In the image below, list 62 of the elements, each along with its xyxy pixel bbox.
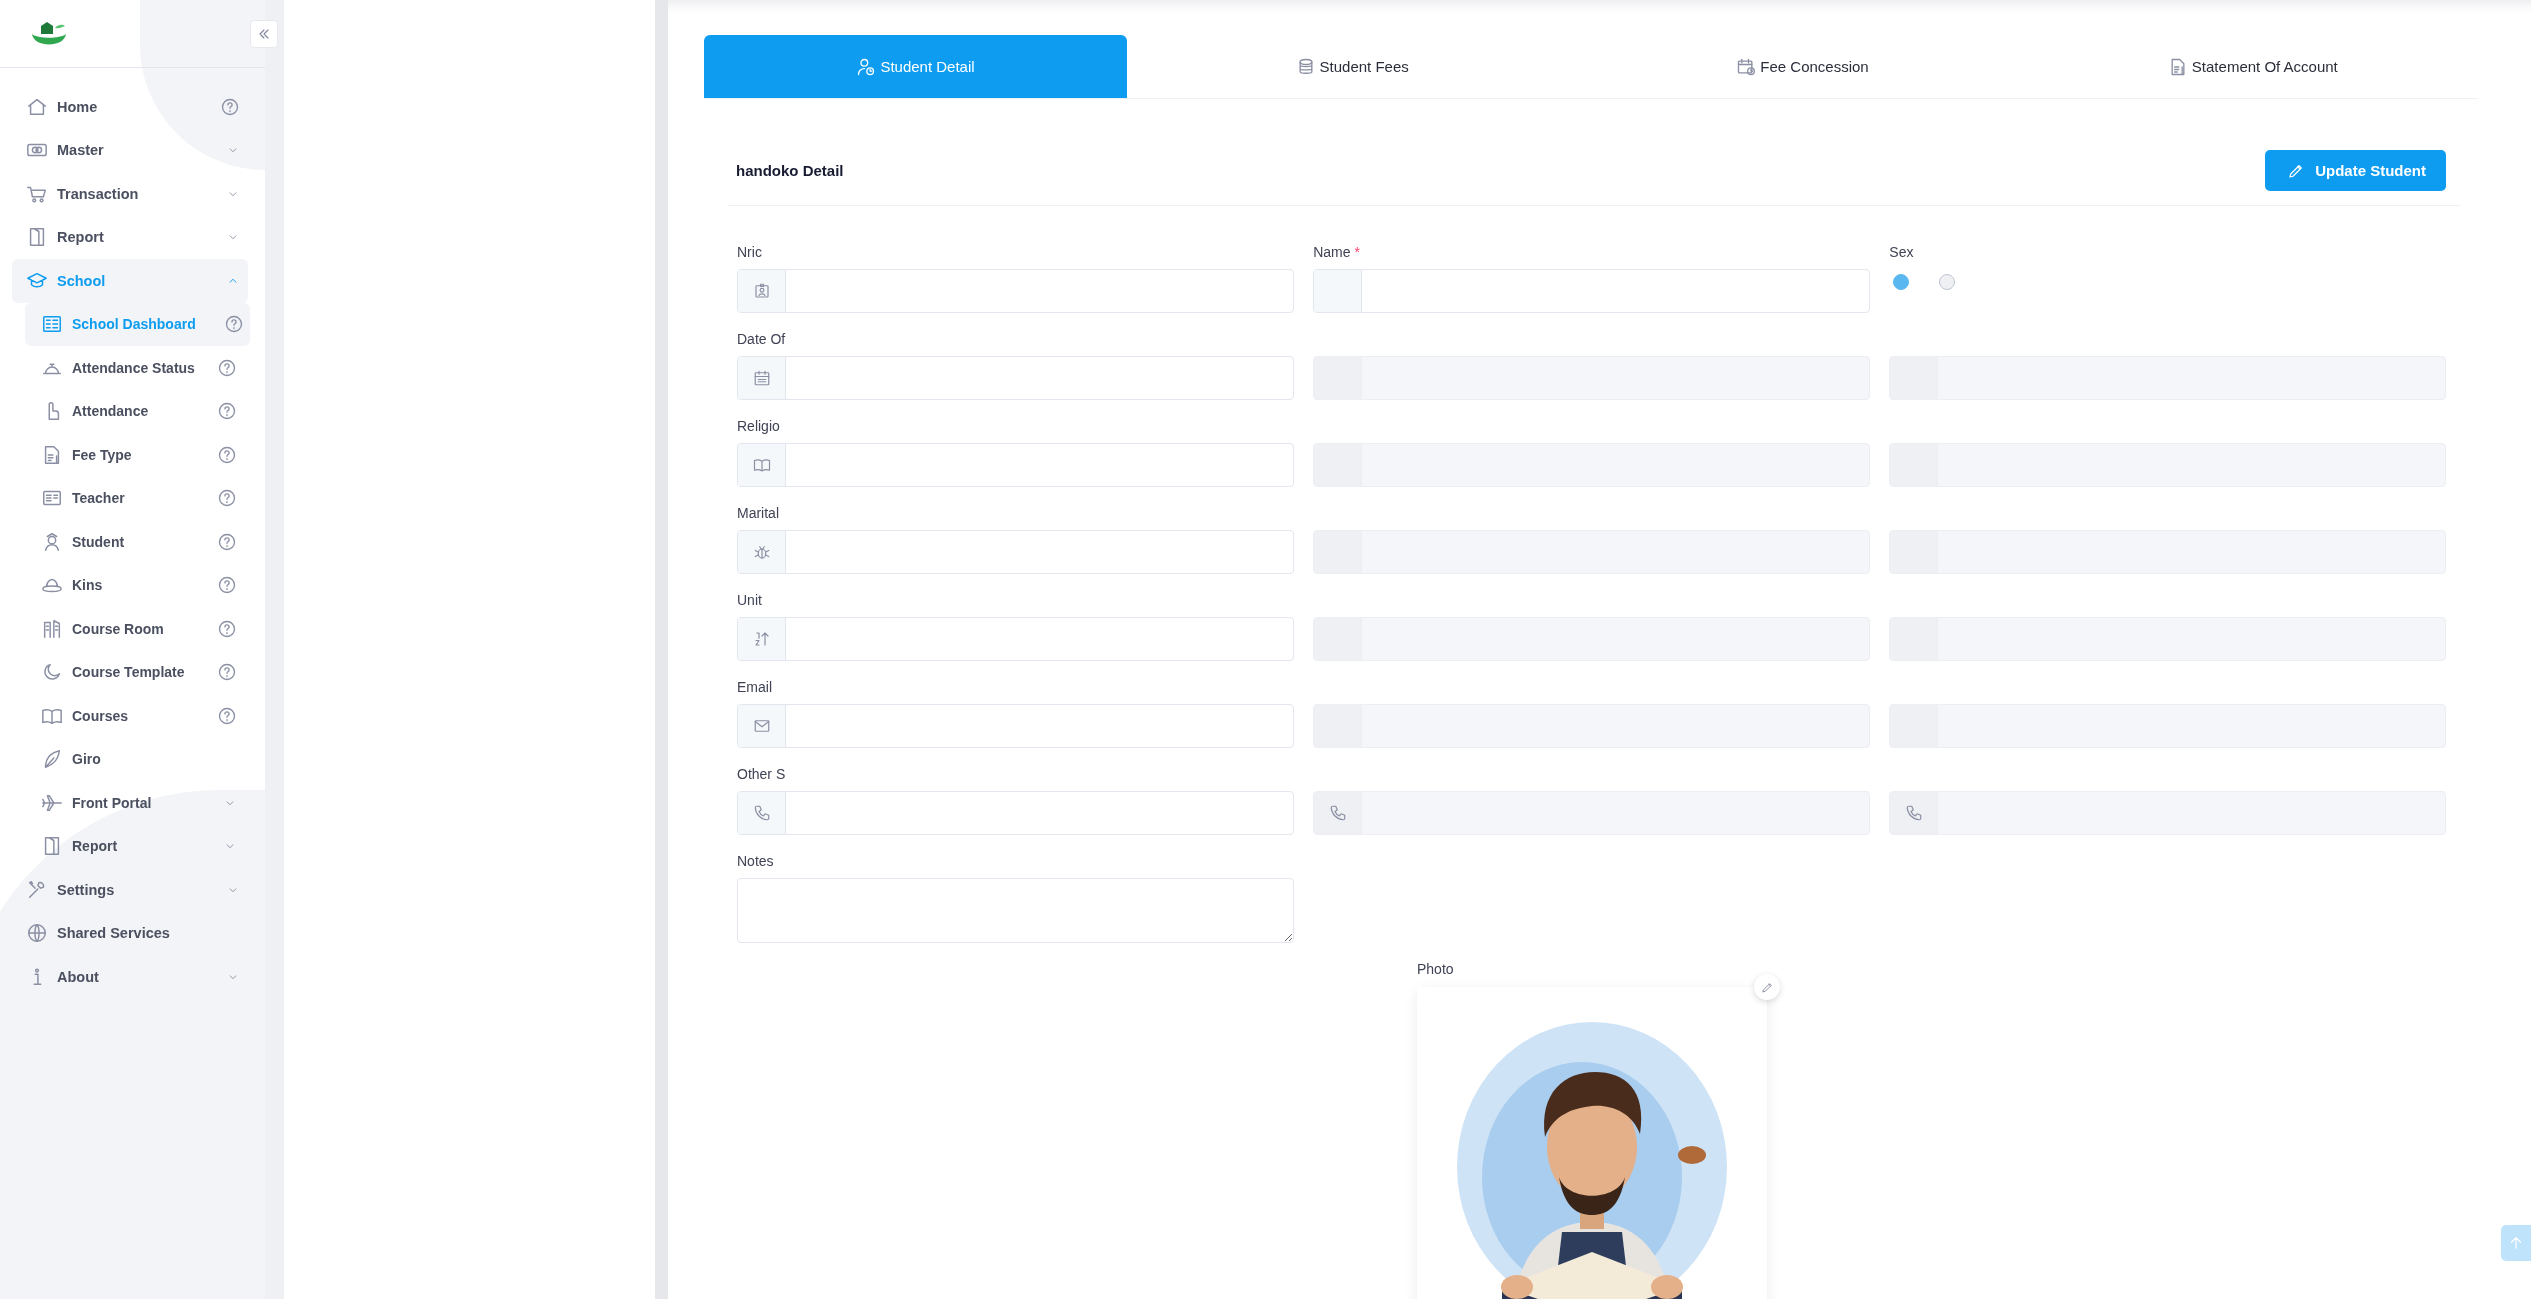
sidebar-item[interactable]: Transaction [12,172,248,216]
field-label: Sex [1889,244,1914,260]
sidebar-item[interactable]: Master [12,128,248,172]
book-icon [752,456,771,474]
id-card-icon [752,282,771,300]
input-field[interactable] [737,443,1294,487]
notes-field[interactable] [737,878,1294,943]
field-label: Photo [1417,960,1455,979]
phone-icon [1904,804,1923,822]
input-field[interactable] [737,269,1294,313]
input-field[interactable] [737,356,1294,400]
sidebar-item[interactable]: Attendance [25,389,243,433]
input-field[interactable] [737,617,1294,661]
sidebar-item[interactable]: Course Template [25,650,243,694]
calendar-icon [752,369,771,387]
required-mark: * [1354,244,1360,260]
input-field[interactable] [1313,269,1870,313]
building-icon [41,617,63,640]
field-label: Other S [737,766,786,782]
sidebar-item[interactable]: Front Portal [25,781,243,825]
sidebar-item[interactable]: Attendance Status [25,346,243,390]
sidebar-item[interactable]: Home [12,85,248,129]
globe-icon [26,922,48,945]
sidebar-item[interactable]: Teacher [25,476,243,520]
scroll-top-button[interactable] [2501,1225,2531,1261]
field-label: Date Of [737,331,786,347]
input-field[interactable] [1889,791,2446,835]
sidebar-item[interactable]: About [12,955,248,999]
sort-icon [752,630,771,648]
field-label: Unit [737,592,762,608]
input-field[interactable] [737,791,1294,835]
input-field[interactable] [1313,791,1870,835]
sidebar-item[interactable]: Kins [25,563,243,607]
collapse-button[interactable] [250,20,278,48]
sidebar-item[interactable]: Courses [25,694,243,738]
pencil-icon [1760,980,1774,994]
sidebar-item[interactable]: Giro [25,737,243,781]
section-title: handoko Detail [736,162,844,179]
sidebar-item[interactable]: Settings [12,868,248,912]
edit-button[interactable] [1754,974,1780,1000]
bug-icon [752,543,771,561]
mail-icon [752,717,771,735]
field-label: Marital [737,505,779,521]
field-label: Email [737,679,772,695]
person-clock-icon [856,56,877,77]
input-field[interactable] [737,530,1294,574]
sidebar-item[interactable]: Report [25,824,243,868]
sidebar-item[interactable]: Report [12,215,248,259]
phone-icon [1328,804,1347,822]
field-label: Name [1313,244,1351,260]
radio-button[interactable] [1893,274,1910,290]
sidebar-item[interactable]: Student [25,520,243,564]
sidebar-item[interactable]: Shared Services [12,911,248,955]
radio-button[interactable] [1939,274,1956,290]
input-field[interactable] [737,704,1294,748]
field-label: Nric [737,244,762,260]
sidebar-item[interactable]: Fee Type [25,433,243,477]
sidebar-item[interactable]: Course Room [25,607,243,651]
field-label: Religio [737,418,780,434]
phone-icon [752,804,771,822]
field-label: Notes [737,853,774,869]
calendar-clock-icon [1736,56,1757,77]
